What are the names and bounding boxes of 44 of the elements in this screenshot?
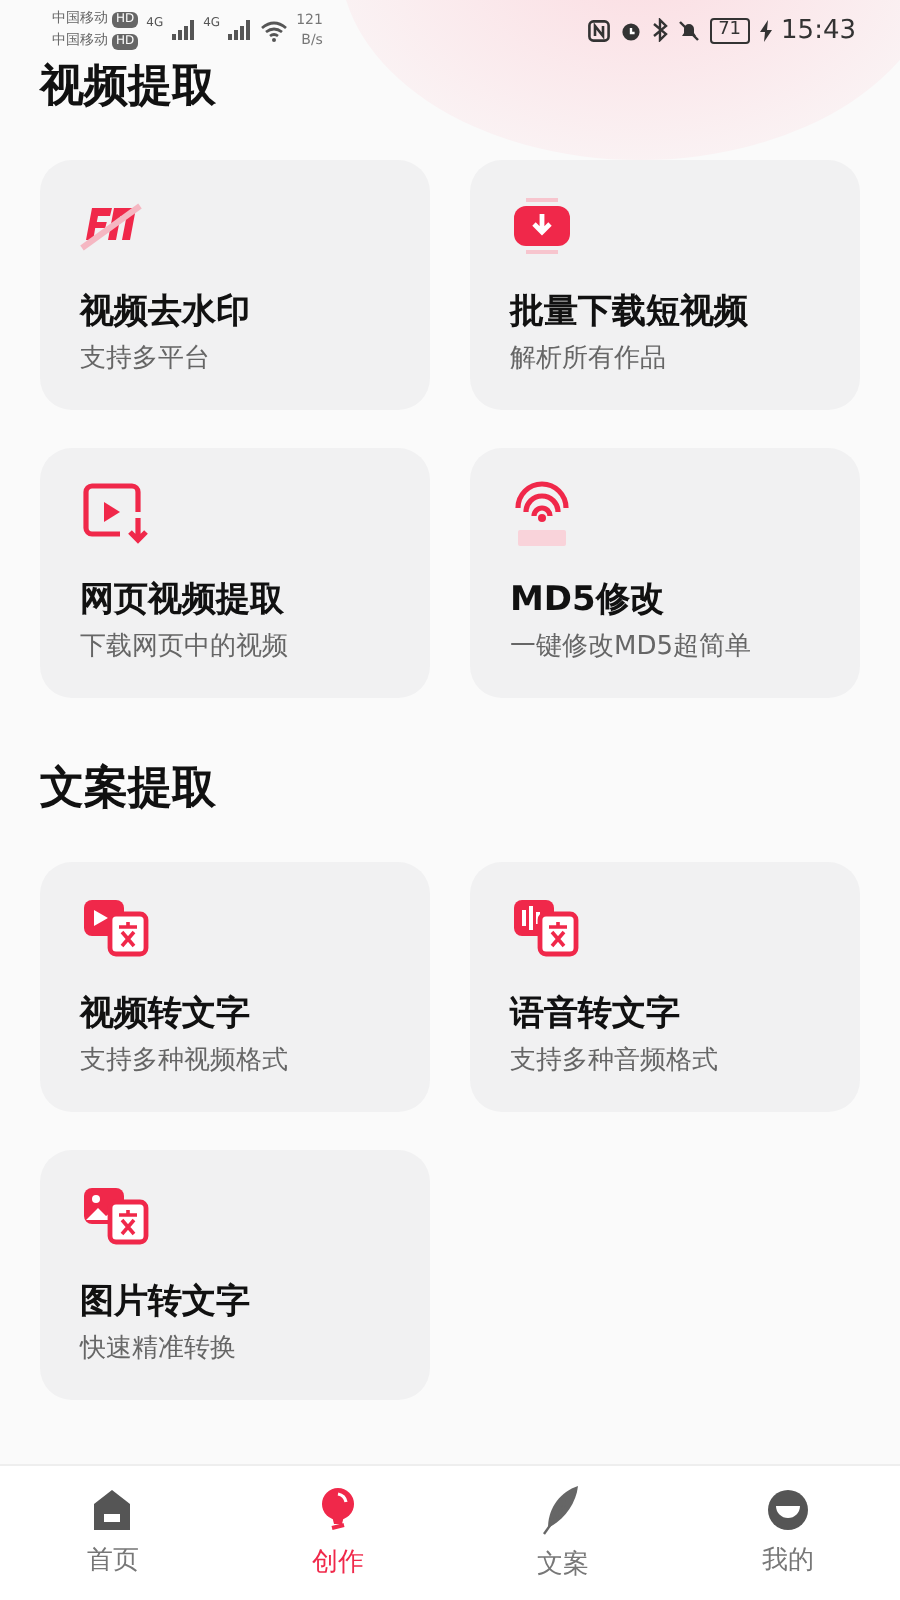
alarm-icon: [620, 19, 643, 41]
card-subtitle: 下载网页中的视频: [80, 630, 288, 666]
tab-item[interactable]: 我的: [675, 1466, 900, 1600]
tab-item[interactable]: 首页: [0, 1466, 225, 1600]
card-title: 网页视频提取: [80, 578, 284, 624]
smiley-icon: [765, 1488, 810, 1532]
card-title: 图片转文字: [80, 1280, 250, 1326]
card-subtitle: 支持多种视频格式: [80, 1044, 288, 1080]
card-subtitle: 快速精准转换: [80, 1332, 236, 1368]
mute-bell-icon: [678, 19, 701, 41]
tab-item[interactable]: 创作: [225, 1466, 450, 1600]
signal-icon: [228, 20, 253, 40]
tool-card[interactable]: 图片转文字 快速精准转换: [40, 1150, 430, 1400]
web-video-download-icon: [80, 480, 152, 548]
clock-time: 15:43: [781, 15, 856, 45]
card-title: 视频转文字: [80, 992, 250, 1038]
battery-level: 71: [710, 17, 750, 43]
card-title: MD5修改: [510, 578, 664, 624]
wifi-icon: [260, 19, 289, 41]
card-subtitle: 解析所有作品: [510, 342, 666, 378]
video-to-text-icon: [80, 894, 152, 962]
card-subtitle: 一键修改MD5超简单: [510, 630, 751, 666]
section-heading: 文案提取: [40, 762, 218, 818]
audio-to-text-icon: [510, 894, 582, 962]
image-to-text-icon: [80, 1182, 152, 1250]
signal-icon: [171, 20, 196, 40]
house-icon: [90, 1488, 135, 1532]
bluetooth-icon: [652, 18, 669, 42]
section-heading: 视频提取: [40, 60, 218, 116]
tab-item[interactable]: 文案: [450, 1466, 675, 1600]
nfc-icon: [588, 19, 611, 41]
tool-card[interactable]: 视频去水印 支持多平台: [40, 160, 430, 410]
tool-card[interactable]: 语音转文字 支持多种音频格式: [470, 862, 860, 1112]
charging-icon: [759, 19, 772, 41]
card-subtitle: 支持多平台: [80, 342, 210, 378]
tool-card[interactable]: 批量下载短视频 解析所有作品: [470, 160, 860, 410]
tool-card[interactable]: 网页视频提取 下载网页中的视频: [40, 448, 430, 698]
tool-card[interactable]: 视频转文字 支持多种视频格式: [40, 862, 430, 1112]
card-title: 语音转文字: [510, 992, 680, 1038]
card-title: 批量下载短视频: [510, 290, 748, 336]
tool-card[interactable]: MD5修改 一键修改MD5超简单: [470, 448, 860, 698]
download-box-icon: [510, 192, 574, 260]
card-title: 视频去水印: [80, 290, 250, 336]
card-subtitle: 支持多种音频格式: [510, 1044, 718, 1080]
